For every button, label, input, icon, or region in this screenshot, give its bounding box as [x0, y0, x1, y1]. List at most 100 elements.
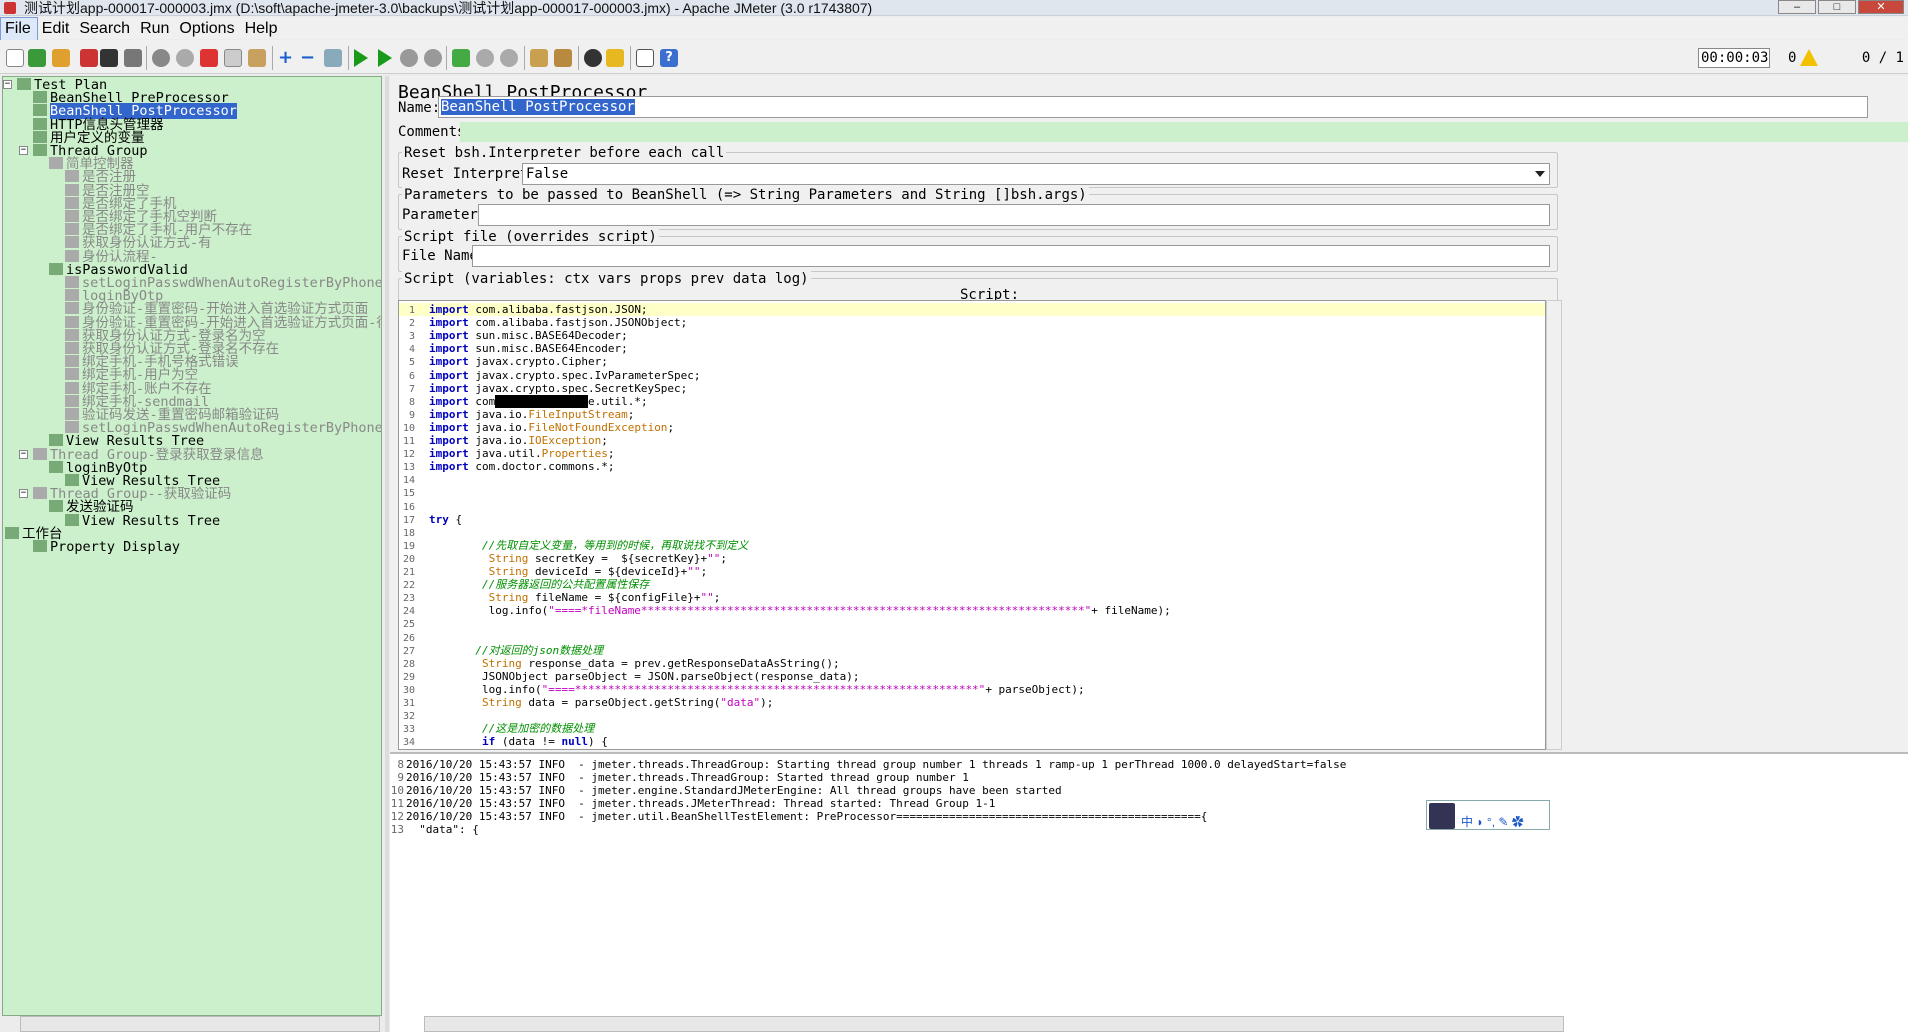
stop-icon[interactable] — [400, 49, 418, 67]
script-line: 15 — [402, 488, 415, 500]
start-icon[interactable] — [354, 49, 368, 67]
open-icon[interactable] — [52, 49, 70, 67]
script-line: 3 import sun.misc.BASE64Decoder; — [408, 329, 628, 343]
log-horizontal-scrollbar[interactable] — [424, 1016, 1564, 1032]
remote-stop-icon[interactable] — [476, 49, 494, 67]
tree-node-icon — [65, 328, 79, 341]
tree-node-icon — [5, 526, 19, 539]
shutdown-icon[interactable] — [424, 49, 442, 67]
reset-search-icon[interactable] — [606, 49, 624, 67]
script-line: 21 String deviceId = ${deviceId}+""; — [402, 565, 708, 578]
undo-icon[interactable] — [152, 49, 170, 67]
parameters-input[interactable] — [478, 204, 1550, 226]
tree-expander[interactable]: − — [19, 449, 28, 459]
tree-node-icon — [65, 355, 79, 368]
tree-node-icon — [65, 381, 79, 394]
test-plan-tree[interactable]: − Test Plan BeanShell PreProcessor BeanShel… — [2, 76, 382, 1016]
tree-node-icon — [65, 289, 79, 302]
script-line: 6 import javax.crypto.spec.IvParameterSpe… — [408, 368, 701, 382]
comments-field[interactable] — [460, 122, 1908, 142]
close-file-icon[interactable] — [80, 49, 98, 67]
tree-node-icon — [65, 342, 79, 354]
script-line: 12 import java.util.Properties; — [402, 447, 615, 461]
tree-node-icon — [65, 223, 79, 236]
function-helper-icon[interactable] — [636, 49, 654, 67]
save-icon[interactable] — [100, 49, 118, 67]
reset-interpreter-select[interactable]: False — [522, 163, 1550, 185]
clear-icon[interactable] — [530, 49, 548, 67]
collapse-icon[interactable]: − — [300, 49, 318, 67]
menu-run[interactable]: Run — [136, 18, 175, 40]
script-line: 24 log.info("====*fileName**************… — [402, 604, 1171, 618]
clear-all-icon[interactable] — [554, 49, 572, 67]
toolbar: + − ? 00:00:03 0 0 / 1 — [0, 40, 1908, 74]
script-line: 4 import sun.misc.BASE64Encoder; — [408, 342, 628, 356]
menu-options[interactable]: Options — [175, 18, 240, 40]
minimize-button[interactable]: – — [1778, 0, 1816, 14]
file-name-input[interactable] — [472, 245, 1550, 267]
toggle-icon[interactable] — [324, 49, 342, 67]
remote-shutdown-icon[interactable] — [500, 49, 518, 67]
cut-icon[interactable] — [200, 49, 218, 67]
tree-node-icon — [65, 394, 79, 407]
tree-node-icon — [65, 236, 79, 249]
window-controls: – □ ✕ — [1778, 0, 1904, 14]
close-button[interactable]: ✕ — [1858, 0, 1904, 14]
script-line: 8 import com.xxxxxxxxxxxxxe.util.*; — [408, 394, 648, 408]
script-line: 32 — [402, 711, 415, 723]
log-line: 12 2016/10/20 15:43:57 INFO - jmeter.util… — [390, 810, 1208, 823]
tree-node[interactable]: Property Display — [33, 539, 180, 555]
tree-node-icon — [65, 276, 79, 288]
script-line: 17 try { — [402, 512, 463, 526]
warning-icon[interactable] — [1800, 49, 1818, 66]
menu-search[interactable]: Search — [75, 18, 136, 40]
tree-node-icon — [49, 262, 63, 275]
tree-node-icon — [49, 500, 63, 513]
script-editor[interactable]: 1 import com.alibaba.fastjson.JSON; 2 impor… — [398, 300, 1546, 750]
log-line: 13 "data": { — [390, 823, 479, 836]
menu-edit[interactable]: Edit — [38, 18, 76, 40]
remote-start-icon[interactable] — [452, 49, 470, 67]
name-field[interactable]: BeanShell PostProcessor — [438, 96, 1868, 118]
tree-node[interactable]: View Results Tree — [65, 513, 220, 529]
active-threads: 0 / 1 — [1861, 50, 1904, 66]
tree-node-icon — [65, 170, 79, 183]
error-count: 0 — [1788, 50, 1797, 66]
expand-icon[interactable]: + — [278, 49, 296, 67]
tree-expander[interactable]: − — [19, 489, 28, 499]
log-panel[interactable]: 8 2016/10/20 15:43:57 INFO - jmeter.threa… — [390, 752, 1908, 1032]
tree-node-icon — [65, 421, 79, 434]
tree-node-icon — [49, 460, 63, 473]
menu-help[interactable]: Help — [241, 18, 284, 40]
script-line: 13 import com.doctor.commons.*; — [402, 460, 615, 474]
name-value: BeanShell PostProcessor — [441, 99, 635, 115]
ime-avatar — [1429, 803, 1455, 829]
chevron-down-icon — [1535, 171, 1545, 177]
copy-icon[interactable] — [224, 49, 242, 67]
maximize-button[interactable]: □ — [1818, 0, 1856, 14]
new-icon[interactable] — [6, 49, 24, 67]
tree-horizontal-scrollbar[interactable] — [20, 1016, 380, 1032]
pane-splitter[interactable] — [385, 76, 389, 1032]
script-line: 34 if (data != null) { — [402, 735, 608, 749]
redo-icon[interactable] — [176, 49, 194, 67]
tree-node-icon — [33, 130, 47, 143]
log-line: 8 2016/10/20 15:43:57 INFO - jmeter.threa… — [397, 758, 1347, 771]
menu-file[interactable]: File — [0, 17, 38, 41]
help-icon[interactable]: ? — [660, 49, 678, 67]
tree-node-label: Property Display — [50, 539, 181, 555]
paste-icon[interactable] — [248, 49, 266, 67]
tree-node-icon — [33, 540, 47, 552]
templates-icon[interactable] — [28, 49, 46, 67]
ime-toolbar[interactable]: 中 ◗ °, ✎ ✿ — [1426, 800, 1550, 830]
tree-expander[interactable]: − — [19, 146, 28, 155]
window-title: 测试计划app-000017-000003.jmx (D:\soft\apach… — [24, 0, 873, 16]
tree-expander[interactable]: − — [3, 80, 12, 89]
tree-node-icon — [33, 91, 47, 104]
start-no-pauses-icon[interactable] — [378, 49, 392, 67]
save-as-icon[interactable] — [124, 49, 142, 67]
search-icon[interactable] — [584, 49, 602, 67]
script-vertical-scrollbar[interactable] — [1546, 300, 1562, 750]
script-line: 28 String response_data = prev.getRespon… — [402, 656, 840, 670]
tree-node-icon — [33, 447, 47, 460]
